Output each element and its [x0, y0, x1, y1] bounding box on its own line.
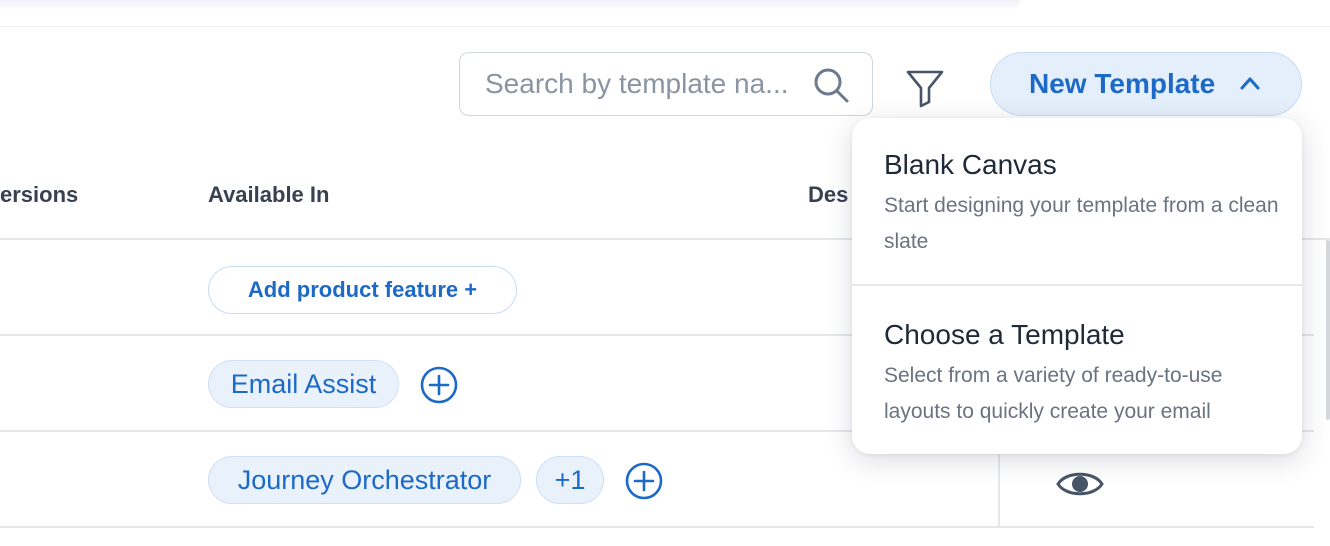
new-template-button[interactable]: New Template — [990, 52, 1302, 116]
column-header-description[interactable]: Des — [808, 182, 848, 208]
add-product-plus-circle-icon[interactable] — [420, 366, 458, 404]
new-template-dropdown: Blank Canvas Start designing your templa… — [852, 118, 1302, 454]
menu-item-description: Select from a variety of ready-to-use la… — [884, 364, 1223, 423]
more-products-chip[interactable]: +1 — [536, 456, 604, 504]
add-product-feature-button[interactable]: Add product feature + — [208, 266, 517, 314]
column-header-versions[interactable]: ersions — [0, 182, 78, 208]
menu-item-choose-template[interactable]: Choose a Template Select from a variety … — [852, 318, 1302, 430]
menu-item-description: Start designing your template from a cle… — [884, 194, 1279, 253]
search-input[interactable] — [485, 68, 795, 100]
filter-icon[interactable] — [904, 68, 946, 108]
eye-icon[interactable] — [1056, 468, 1104, 500]
chevron-up-icon — [1240, 77, 1260, 90]
menu-item-title: Choose a Template — [884, 319, 1125, 350]
product-chip-email-assist[interactable]: Email Assist — [208, 360, 399, 408]
search-box[interactable] — [459, 52, 873, 116]
menu-divider — [852, 284, 1302, 286]
new-template-label: New Template — [1029, 68, 1216, 99]
product-chip-journey-orchestrator[interactable]: Journey Orchestrator — [208, 456, 521, 504]
column-header-available-in[interactable]: Available In — [208, 182, 329, 208]
scrollbar[interactable] — [1326, 240, 1330, 420]
row-divider — [0, 526, 1314, 528]
menu-item-blank-canvas[interactable]: Blank Canvas Start designing your templa… — [852, 148, 1302, 260]
templates-page: New Template ersions Available In Des Ad… — [0, 0, 1330, 546]
add-product-plus-circle-icon[interactable] — [625, 462, 663, 500]
menu-item-title: Blank Canvas — [884, 149, 1057, 180]
top-divider — [0, 26, 1330, 27]
search-icon[interactable] — [812, 66, 850, 104]
top-band — [0, 0, 1020, 10]
